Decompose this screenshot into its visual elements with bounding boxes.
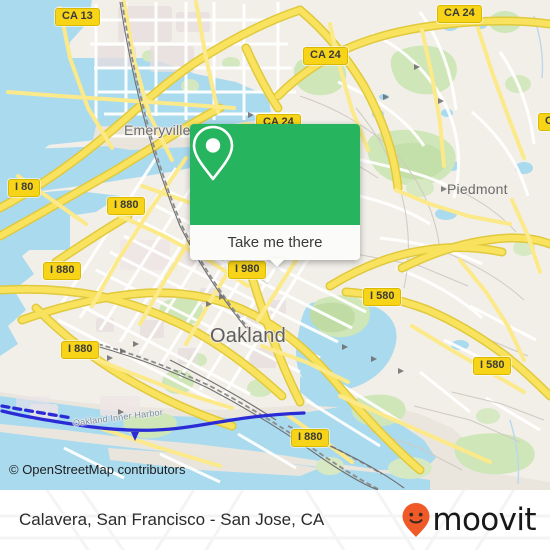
shield-i-880-w[interactable]: I 880	[43, 262, 82, 280]
footer-bar: Calavera, San Francisco - San Jose, CA m…	[0, 490, 550, 550]
shield-i-80[interactable]: I 80	[8, 179, 41, 197]
shield-i-880-sw[interactable]: I 880	[61, 341, 100, 359]
shield-i-880-s[interactable]: I 880	[291, 429, 330, 447]
location-popup-card[interactable]: Take me there	[190, 124, 360, 260]
shield-i-580-e[interactable]: I 580	[473, 357, 512, 375]
moovit-smiley-pin-icon	[402, 503, 430, 537]
shield-ca-24-n[interactable]: CA 24	[303, 47, 348, 65]
map-pin-icon	[192, 125, 234, 181]
shield-ca-24-ne[interactable]: CA 24	[437, 5, 482, 23]
take-me-there-button[interactable]: Take me there	[190, 225, 360, 260]
shield-i-980[interactable]: I 980	[228, 261, 267, 279]
shield-i-880-n[interactable]: I 880	[107, 197, 146, 215]
map-canvas[interactable]: Emeryville Piedmont Oakland Oakland Inne…	[0, 0, 550, 490]
popup-pointer	[268, 258, 286, 267]
map-screenshot: Emeryville Piedmont Oakland Oakland Inne…	[0, 0, 550, 550]
page-title: Calavera, San Francisco - San Jose, CA	[19, 510, 325, 529]
shield-i-580-n[interactable]: I 580	[363, 288, 402, 306]
popup-image-area	[190, 124, 360, 225]
osm-attribution: © OpenStreetMap contributors	[9, 462, 186, 477]
moovit-logo[interactable]: moovit	[401, 502, 550, 538]
moovit-wordmark: moovit	[432, 502, 536, 538]
shield-ca-partial-east[interactable]: C	[538, 113, 550, 131]
shield-ca-13[interactable]: CA 13	[55, 8, 100, 26]
